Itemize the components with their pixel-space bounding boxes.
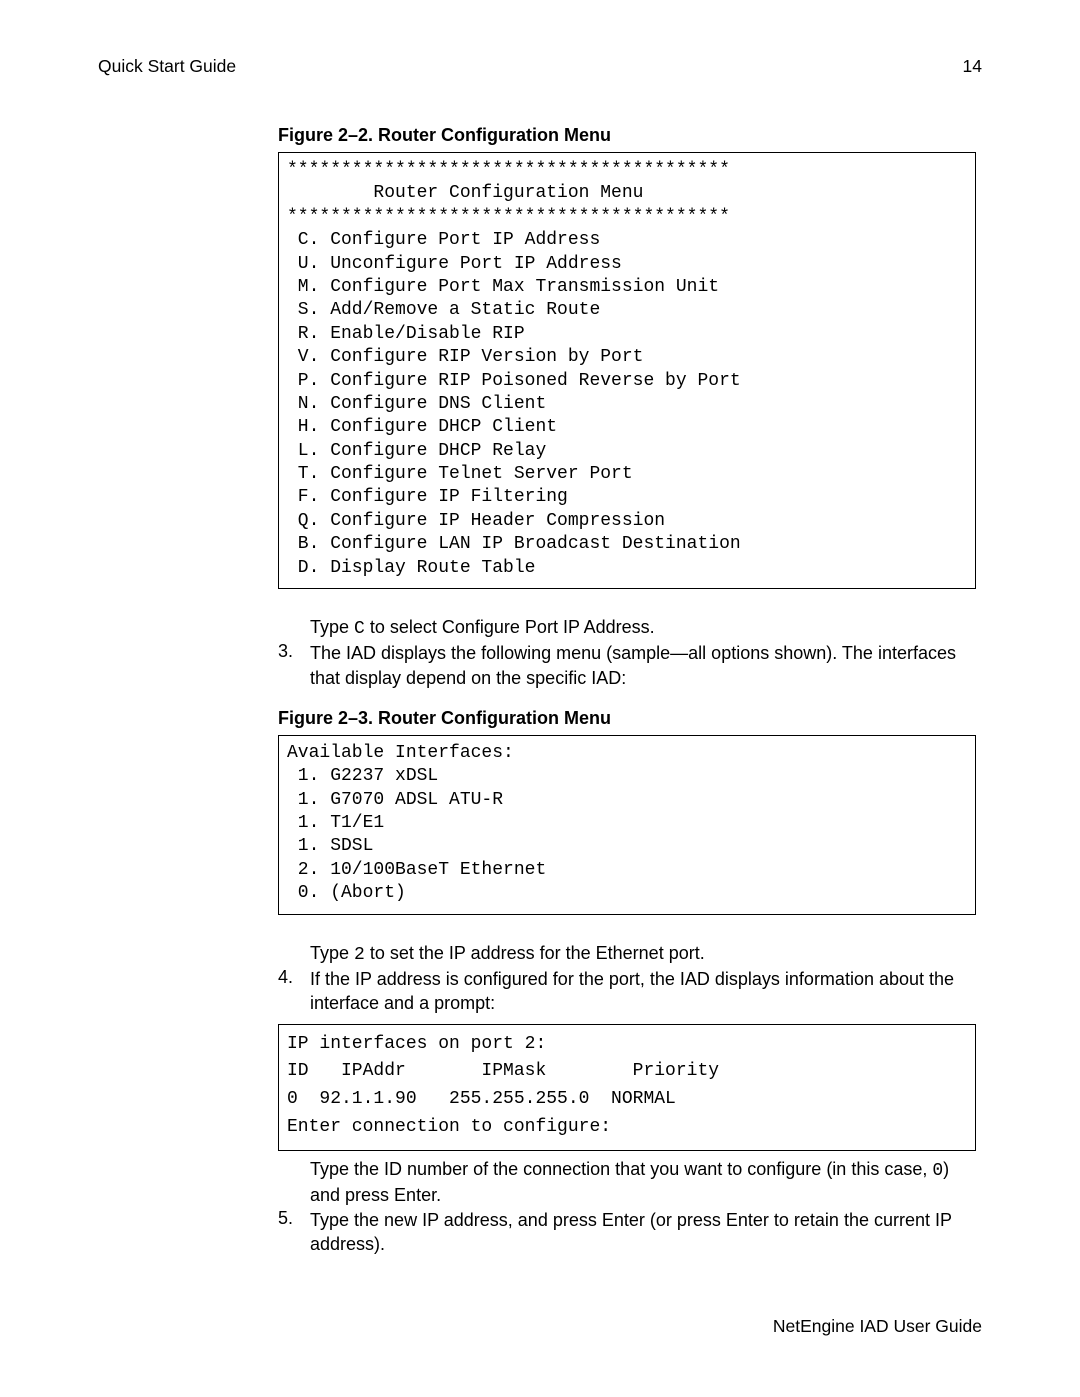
body-column: Figure 2–2. Router Configuration Menu **… <box>278 125 976 1256</box>
step-3-text: The IAD displays the following menu (sam… <box>310 641 976 690</box>
text-fragment: to set the IP address for the Ethernet p… <box>365 943 705 963</box>
text-fragment: to select Configure Port IP Address. <box>365 617 655 637</box>
figure-2-3-terminal: Available Interfaces: 1. G2237 xDSL 1. G… <box>278 735 976 915</box>
header-page-number: 14 <box>963 56 982 77</box>
step-3-instruction: Type 2 to set the IP address for the Eth… <box>310 941 976 967</box>
footer-text: NetEngine IAD User Guide <box>773 1316 982 1337</box>
step-3: 3. The IAD displays the following menu (… <box>278 641 976 690</box>
page: Quick Start Guide 14 Figure 2–2. Router … <box>0 0 1080 1397</box>
code-literal: 2 <box>354 945 365 965</box>
step-2-instruction: Type C to select Configure Port IP Addre… <box>310 615 976 641</box>
figure-2-2-caption: Figure 2–2. Router Configuration Menu <box>278 125 976 146</box>
step-5: 5. Type the new IP address, and press En… <box>278 1208 976 1257</box>
running-header: Quick Start Guide 14 <box>98 56 982 77</box>
step-4-text: If the IP address is configured for the … <box>310 967 976 1016</box>
figure-2-2-terminal: ****************************************… <box>278 152 976 589</box>
code-literal: C <box>354 619 365 639</box>
step-number: 4. <box>278 967 293 988</box>
text-fragment: Type the ID number of the connection tha… <box>310 1159 932 1179</box>
ip-interfaces-terminal: IP interfaces on port 2: ID IPAddr IPMas… <box>278 1024 976 1152</box>
code-literal: 0 <box>932 1161 943 1181</box>
text-fragment: Type <box>310 617 354 637</box>
text-fragment: Type <box>310 943 354 963</box>
step-number: 5. <box>278 1208 293 1229</box>
step-number: 3. <box>278 641 293 662</box>
figure-2-3-caption: Figure 2–3. Router Configuration Menu <box>278 708 976 729</box>
step-4-instruction: Type the ID number of the connection tha… <box>310 1157 976 1208</box>
header-left: Quick Start Guide <box>98 56 236 77</box>
step-4: 4. If the IP address is configured for t… <box>278 967 976 1016</box>
step-5-text: Type the new IP address, and press Enter… <box>310 1208 976 1257</box>
